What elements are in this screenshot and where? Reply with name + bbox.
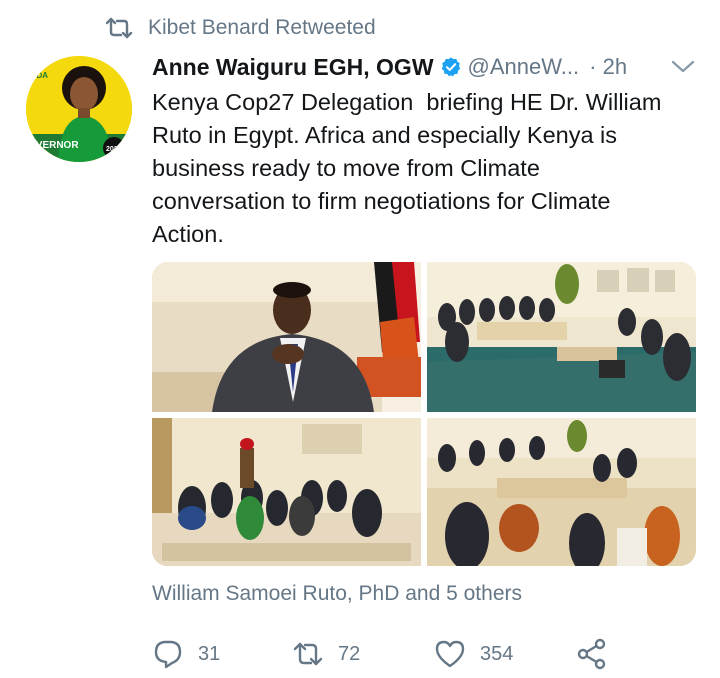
avatar-image: JDA OVERNOR 202 [26, 56, 132, 162]
share-button[interactable] [576, 636, 616, 672]
reply-button[interactable]: 31 [152, 636, 292, 672]
retweet-count: 72 [338, 642, 361, 665]
liked-by-label[interactable]: William Samoei Ruto, PhD and 5 others [152, 582, 522, 606]
reply-count: 31 [198, 642, 221, 665]
chevron-down-icon[interactable] [670, 56, 696, 78]
tweet-text: Kenya Cop27 Delegation briefing HE Dr. W… [152, 89, 662, 247]
tweet-header: Anne Waiguru EGH, OGW @AnneW... · 2h [152, 50, 696, 84]
photo-3-image [152, 418, 421, 566]
reply-icon [154, 640, 182, 669]
heart-icon [435, 640, 465, 668]
photo-4[interactable] [427, 418, 696, 566]
like-count: 354 [480, 642, 514, 665]
avatar-governor-text: OVERNOR [28, 140, 79, 151]
retweet-icon [293, 642, 323, 666]
photo-2[interactable] [427, 262, 696, 412]
share-icon [577, 638, 606, 670]
tweet-actions: 31 72 354 [152, 636, 616, 672]
avatar-year-text: 202 [106, 146, 118, 153]
photo-1-image [152, 262, 421, 412]
retweet-button[interactable]: 72 [292, 636, 434, 672]
author-name[interactable]: Anne Waiguru EGH, OGW [152, 54, 434, 81]
tweet-timestamp[interactable]: · 2h [589, 54, 627, 80]
like-button[interactable]: 354 [434, 636, 576, 672]
retweet-icon [105, 17, 133, 39]
photo-3[interactable] [152, 418, 421, 566]
verified-badge-icon [441, 57, 460, 77]
author-avatar[interactable]: JDA OVERNOR 202 [26, 56, 132, 162]
author-handle[interactable]: @AnneW... [468, 54, 580, 80]
media-grid [152, 262, 696, 566]
photo-2-image [427, 262, 696, 412]
photo-1[interactable] [152, 262, 421, 412]
retweeted-by-label[interactable]: Kibet Benard Retweeted [148, 16, 376, 40]
photo-4-image [427, 418, 696, 566]
retweet-context[interactable]: Kibet Benard Retweeted [104, 14, 376, 42]
avatar-jda-text: JDA [32, 71, 48, 80]
